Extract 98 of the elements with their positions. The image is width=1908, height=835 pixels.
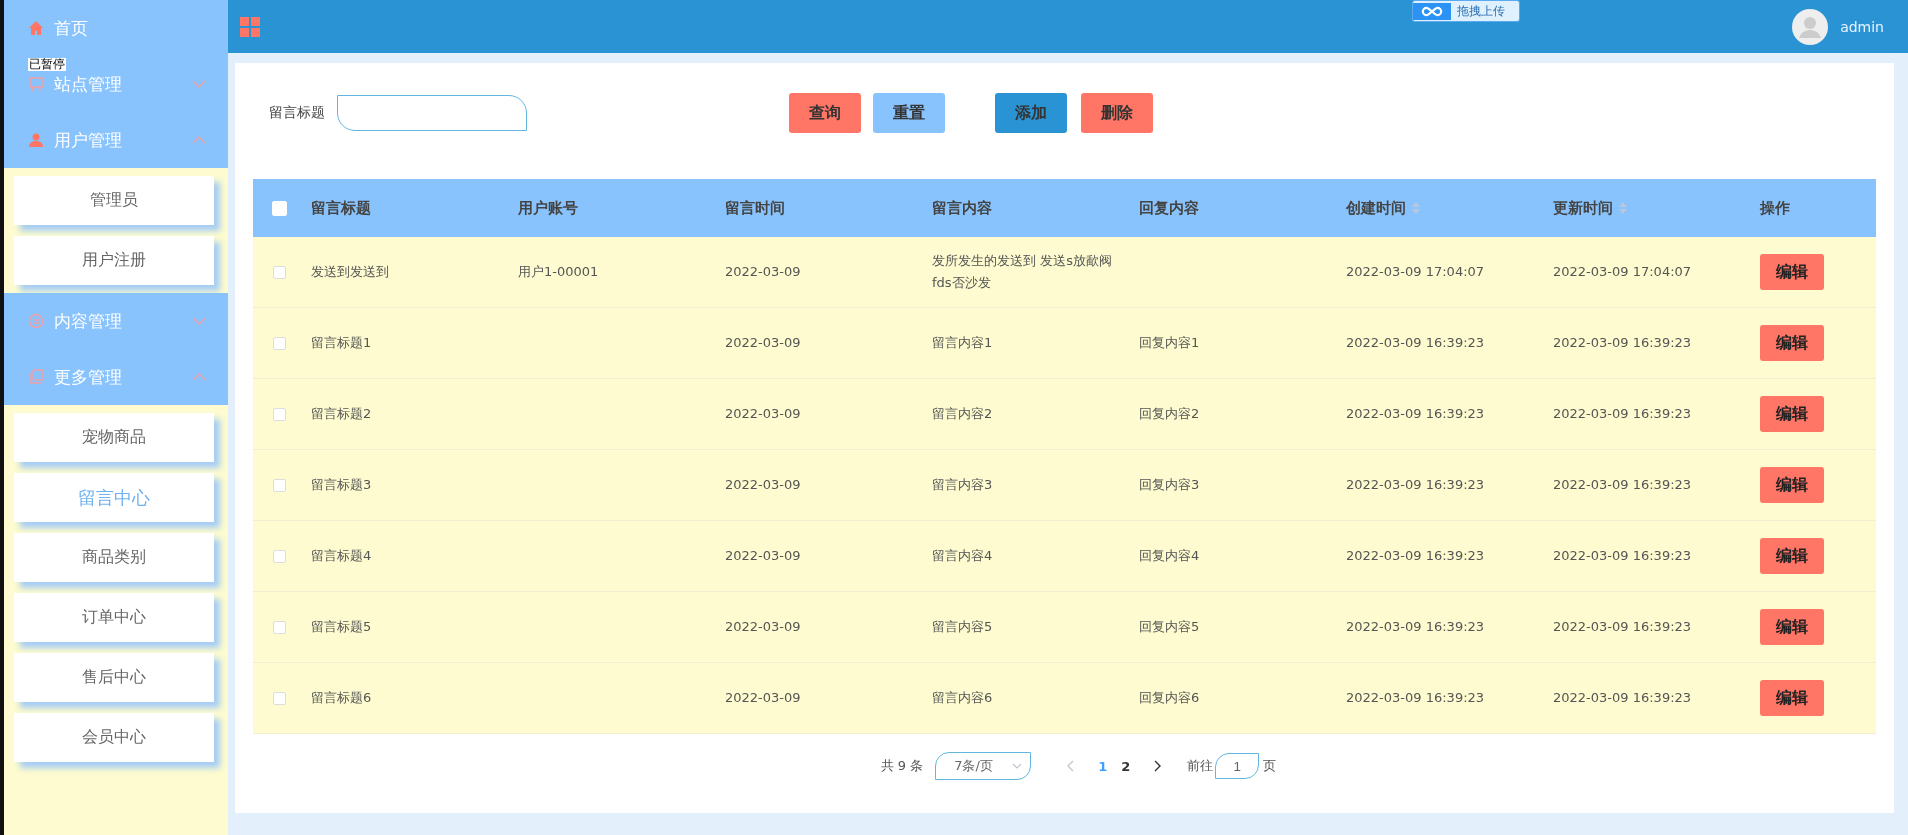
- table-cell-text: 2022-03-09 16:39:23: [1346, 618, 1485, 636]
- infinity-icon: [1413, 2, 1451, 20]
- table-cell-text: 2022-03-09 16:39:23: [1553, 689, 1692, 707]
- avatar-icon[interactable]: [1792, 8, 1829, 45]
- edit-button[interactable]: 编辑: [1760, 680, 1824, 716]
- table-cell-text: 2022-03-09 16:39:23: [1346, 547, 1485, 565]
- goto-label: 前往: [1187, 757, 1214, 775]
- page-number[interactable]: 2: [1121, 758, 1131, 774]
- table-cell-text: 回复内容4: [1139, 547, 1200, 565]
- table-cell-text: 留言内容4: [932, 547, 993, 565]
- house-icon: [28, 20, 44, 36]
- edit-button[interactable]: 编辑: [1760, 325, 1824, 361]
- column-header: 操作: [1760, 198, 1790, 218]
- checkbox[interactable]: [272, 336, 286, 350]
- total-count: 共 9 条: [880, 757, 924, 775]
- table-cell-text: 留言标题5: [311, 618, 372, 636]
- submenu-item[interactable]: 管理员: [14, 176, 214, 225]
- column-header: 更新时间: [1553, 198, 1613, 218]
- table-cell-text: 2022-03-09: [725, 689, 801, 707]
- delete-button[interactable]: 删除: [1081, 93, 1153, 133]
- page-suffix: 页: [1263, 757, 1277, 775]
- checkbox[interactable]: [272, 691, 286, 705]
- table-cell-text: 留言标题3: [311, 476, 372, 494]
- table-cell-text: 留言内容1: [932, 334, 993, 352]
- table-cell-text: 2022-03-09: [725, 334, 801, 352]
- table-cell-text: 2022-03-09 16:39:23: [1553, 334, 1692, 352]
- edit-button[interactable]: 编辑: [1760, 609, 1824, 645]
- submenu-item[interactable]: 宠物商品: [14, 413, 214, 462]
- column-header: 留言时间: [725, 198, 785, 218]
- submenu-item[interactable]: 会员中心: [14, 713, 214, 762]
- user-name[interactable]: admin: [1840, 18, 1884, 35]
- table-cell-text: 2022-03-09: [725, 263, 801, 281]
- column-header: 创建时间: [1346, 198, 1406, 218]
- table-cell-text: 留言标题4: [311, 547, 372, 565]
- grid-icon[interactable]: [240, 16, 260, 37]
- table-cell-text: 2022-03-09 16:39:23: [1346, 405, 1485, 423]
- next-page-icon[interactable]: [1153, 760, 1162, 772]
- sort-icon[interactable]: [1412, 202, 1420, 214]
- submenu-item[interactable]: 商品类别: [14, 533, 214, 582]
- column-header: 回复内容: [1139, 198, 1199, 218]
- submenu-item[interactable]: 用户注册: [14, 236, 214, 285]
- checkbox[interactable]: [272, 407, 286, 421]
- page-input[interactable]: 1: [1215, 753, 1260, 779]
- table-cell-text: 用户1-00001: [518, 263, 599, 281]
- table-cell-text: 2022-03-09 16:39:23: [1346, 476, 1485, 494]
- table-cell-text: 回复内容3: [1139, 476, 1200, 494]
- table-cell-text: 回复内容5: [1139, 618, 1200, 636]
- table-cell-text: 2022-03-09 16:39:23: [1553, 618, 1692, 636]
- table-cell-text: 2022-03-09 17:04:07: [1346, 263, 1485, 281]
- table-cell-text: 留言标题2: [311, 405, 372, 423]
- submenu-item[interactable]: 订单中心: [14, 593, 214, 642]
- table-cell-text: 留言内容2: [932, 405, 993, 423]
- table-cell-text: 回复内容6: [1139, 689, 1200, 707]
- table-cell-text: 留言内容5: [932, 618, 993, 636]
- edit-button[interactable]: 编辑: [1760, 467, 1824, 503]
- checkbox[interactable]: [272, 265, 286, 279]
- table-cell-text: 2022-03-09 16:39:23: [1553, 476, 1692, 494]
- edit-button[interactable]: 编辑: [1760, 396, 1824, 432]
- column-header: 用户账号: [518, 198, 578, 218]
- reset-button[interactable]: 重置: [873, 93, 945, 133]
- table-cell-text: 2022-03-09 17:04:07: [1553, 263, 1692, 281]
- column-header: 留言内容: [932, 198, 992, 218]
- page-size-select[interactable]: 7条/页: [935, 752, 1032, 780]
- table-cell-text: 2022-03-09: [725, 405, 801, 423]
- query-button[interactable]: 查询: [789, 93, 861, 133]
- sort-icon[interactable]: [1619, 202, 1627, 214]
- field-label: 留言标题: [269, 104, 325, 122]
- edit-button[interactable]: 编辑: [1760, 254, 1824, 290]
- table-cell-text: 2022-03-09: [725, 618, 801, 636]
- table-cell-text: 2022-03-09: [725, 547, 801, 565]
- table-cell-text: 留言内容6: [932, 689, 993, 707]
- add-button[interactable]: 添加: [995, 93, 1067, 133]
- table-cell-text: 2022-03-09 16:39:23: [1553, 547, 1692, 565]
- chat-icon: [28, 313, 44, 329]
- board-icon: [28, 76, 44, 92]
- edit-button[interactable]: 编辑: [1760, 538, 1824, 574]
- table-cell-text: 2022-03-09 16:39:23: [1553, 405, 1692, 423]
- table-cell-text: 发所发生的发送到 发送s放歃阀 fds否沙发: [932, 252, 1113, 292]
- column-header: 留言标题: [311, 198, 371, 218]
- upload-widget[interactable]: 拖拽上传: [1412, 0, 1520, 22]
- checkbox[interactable]: [272, 620, 286, 634]
- recorder-status-label: 已暂停: [28, 58, 66, 71]
- search-field[interactable]: [337, 95, 527, 131]
- table-cell-text: 留言标题6: [311, 689, 372, 707]
- submenu-item[interactable]: 售后中心: [14, 653, 214, 702]
- table-cell-text: 留言标题1: [311, 334, 372, 352]
- table-cell-text: 2022-03-09: [725, 476, 801, 494]
- person-icon: [28, 132, 44, 148]
- table-cell-text: 回复内容2: [1139, 405, 1200, 423]
- checkbox[interactable]: [272, 549, 286, 563]
- table-cell-text: 2022-03-09 16:39:23: [1346, 334, 1485, 352]
- table-cell-text: 回复内容1: [1139, 334, 1200, 352]
- table-cell-text: 留言内容3: [932, 476, 993, 494]
- table-cell-text: 2022-03-09 16:39:23: [1346, 689, 1485, 707]
- table-cell-text: 发送到发送到: [311, 263, 389, 281]
- copy-icon: [28, 369, 44, 385]
- chevron-down-icon: [1012, 763, 1023, 769]
- checkbox[interactable]: [272, 478, 286, 492]
